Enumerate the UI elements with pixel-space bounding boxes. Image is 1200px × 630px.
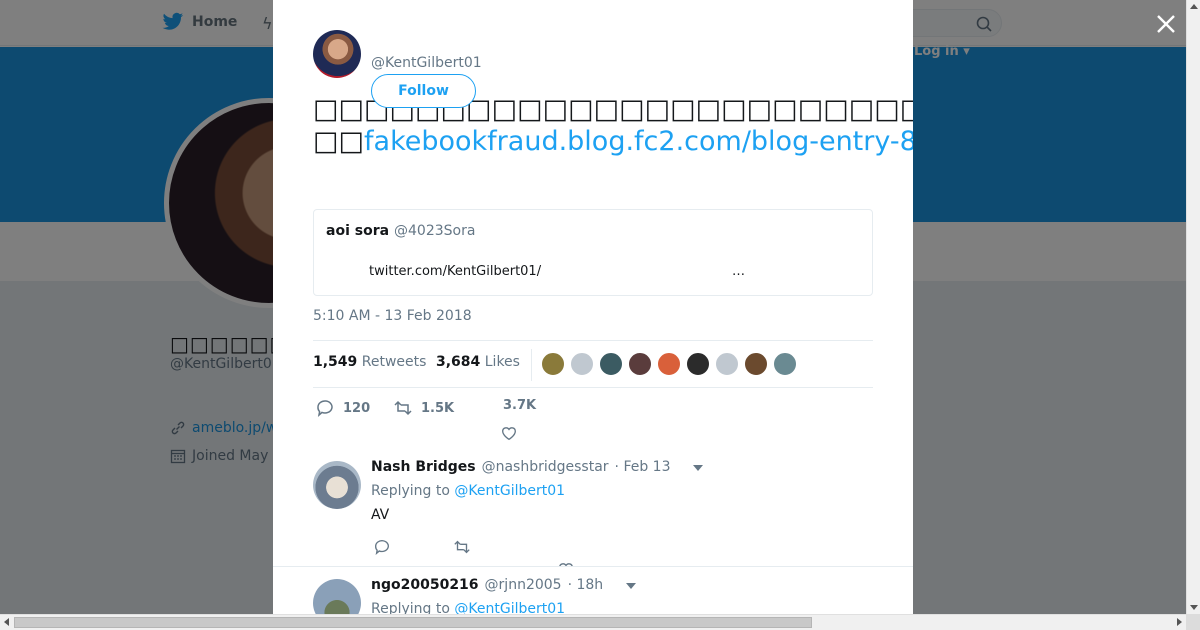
tweet-stats-row: 1,549 Retweets 3,684 Likes — [313, 340, 873, 388]
liker-avatar[interactable] — [599, 352, 623, 376]
replying-prefix: Replying to — [371, 483, 450, 499]
close-icon — [1157, 15, 1175, 33]
like-button[interactable]: 3.7K — [503, 398, 536, 413]
chevron-down-icon[interactable] — [626, 583, 636, 589]
author-avatar[interactable] — [313, 30, 361, 78]
tweet-link[interactable]: fakebookfraud.blog.fc2.com/blog-entry-80… — [364, 126, 913, 157]
retweet-icon — [394, 400, 412, 416]
replying-mention[interactable]: @KentGilbert01 — [454, 483, 565, 499]
reply-icon — [317, 400, 333, 417]
close-modal-button[interactable] — [1154, 12, 1178, 36]
quoted-tweet-ellipsis: … — [732, 264, 745, 279]
quoted-tweet-text: twitter.com/KentGilbert01/ — [369, 264, 542, 279]
likers-avatars — [541, 352, 797, 376]
scroll-left-arrow-icon[interactable] — [4, 618, 9, 626]
stats-divider — [531, 349, 532, 381]
likes-count: 3,684 — [436, 354, 481, 370]
liker-avatar[interactable] — [715, 352, 739, 376]
reply-header: Nash Bridges @nashbridgesstar · Feb 13 — [371, 459, 671, 475]
liker-avatar[interactable] — [628, 352, 652, 376]
quoted-author-name: aoi sora — [326, 223, 390, 239]
retweet-button[interactable]: 1.5K — [393, 398, 454, 418]
likes-label: Likes — [484, 354, 520, 370]
reply-time[interactable]: · Feb 13 — [615, 459, 671, 475]
retweet-icon[interactable] — [453, 538, 471, 556]
reply-tweet[interactable]: ngo20050216 @rjnn2005 · 18h Replying to … — [273, 566, 913, 614]
retweets-label: Retweets — [361, 354, 427, 370]
horizontal-scrollbar[interactable] — [0, 614, 1186, 630]
scrollbar-corner — [1186, 614, 1200, 630]
follow-button[interactable]: Follow — [371, 74, 476, 108]
quoted-author-handle: @4023Sora — [394, 223, 476, 239]
replying-mention[interactable]: @KentGilbert01 — [454, 601, 565, 614]
reply-author-name[interactable]: ngo20050216 — [371, 577, 479, 593]
reply-author-handle[interactable]: @nashbridgesstar — [482, 459, 609, 475]
reply-icon[interactable] — [373, 538, 391, 556]
retweet-count: 1.5K — [421, 400, 455, 416]
reply-button[interactable]: 120 — [315, 398, 370, 418]
horizontal-scrollbar-thumb[interactable] — [14, 617, 812, 628]
liker-avatar[interactable] — [744, 352, 768, 376]
liker-avatar[interactable] — [686, 352, 710, 376]
tweet-text-line-2-prefix: □□ — [313, 126, 365, 157]
quoted-tweet-card[interactable]: aoi sora @4023Sora twitter.com/KentGilbe… — [313, 209, 873, 296]
heart-icon[interactable] — [500, 424, 518, 442]
reply-avatar[interactable] — [313, 579, 361, 614]
reply-avatar[interactable] — [313, 461, 361, 509]
liker-avatar[interactable] — [657, 352, 681, 376]
tweet-permalink-modal: @KentGilbert01 □□□□□□□□□□□□□□□□□□□□□□□□ □… — [273, 0, 913, 614]
liker-avatar[interactable] — [773, 352, 797, 376]
author-handle[interactable]: @KentGilbert01 — [371, 55, 482, 71]
retweets-stat[interactable]: 1,549 Retweets — [313, 354, 426, 370]
reply-tweet[interactable]: Nash Bridges @nashbridgesstar · Feb 13 R… — [273, 449, 913, 577]
reply-header: ngo20050216 @rjnn2005 · 18h — [371, 577, 603, 593]
scroll-down-arrow-icon[interactable] — [1190, 605, 1198, 610]
replying-to: Replying to @KentGilbert01 — [371, 483, 565, 499]
replying-prefix: Replying to — [371, 601, 450, 614]
liker-avatar[interactable] — [570, 352, 594, 376]
reply-text: AV — [371, 507, 390, 523]
scroll-right-arrow-icon[interactable] — [1177, 618, 1182, 626]
scroll-up-arrow-icon[interactable] — [1190, 4, 1198, 9]
tweet-actions: 120 1.5K 3.7K — [313, 398, 873, 442]
reply-count: 120 — [343, 400, 371, 416]
reply-author-handle[interactable]: @rjnn2005 — [485, 577, 562, 593]
reply-actions — [371, 538, 611, 577]
like-count: 3.7K — [503, 398, 537, 413]
likes-stat[interactable]: 3,684 Likes — [436, 354, 520, 370]
vertical-scrollbar[interactable] — [1186, 0, 1200, 614]
tweet-timestamp[interactable]: 5:10 AM - 13 Feb 2018 — [313, 308, 472, 324]
reply-author-name[interactable]: Nash Bridges — [371, 459, 476, 475]
liker-avatar[interactable] — [541, 352, 565, 376]
retweets-count: 1,549 — [313, 354, 358, 370]
replying-to: Replying to @KentGilbert01 — [371, 601, 565, 614]
chevron-down-icon[interactable] — [693, 465, 703, 471]
reply-time[interactable]: · 18h — [568, 577, 604, 593]
